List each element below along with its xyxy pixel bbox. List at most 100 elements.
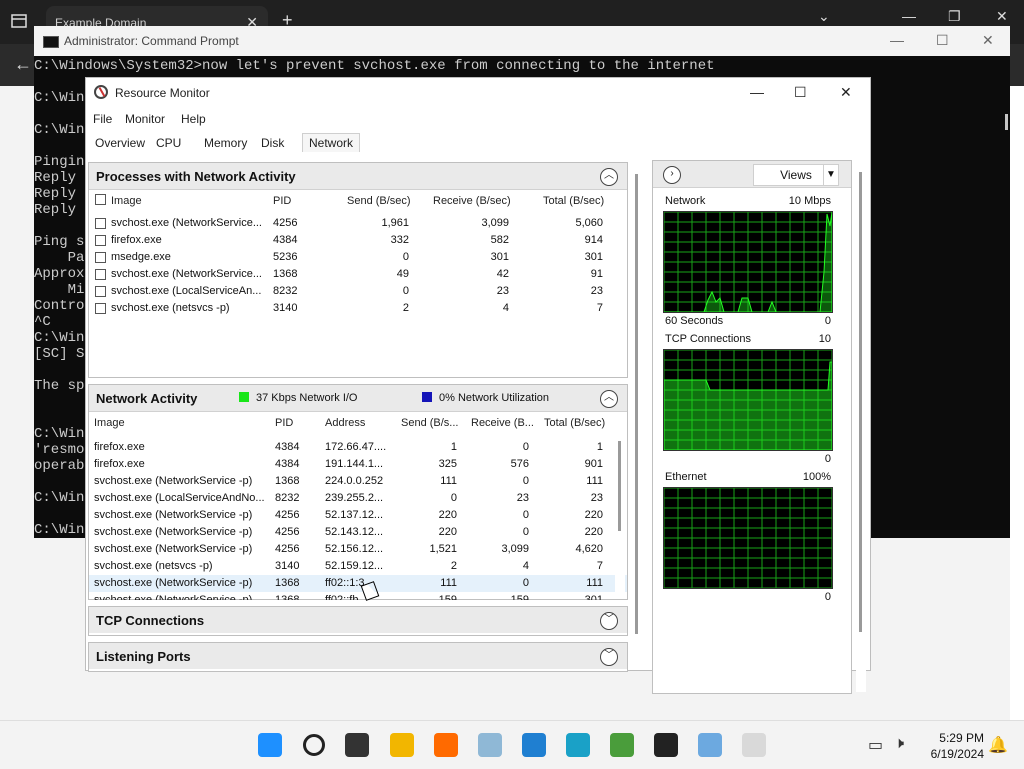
scrollbar-thumb[interactable]: [635, 174, 638, 634]
column-receive[interactable]: Receive (B/sec): [433, 195, 511, 207]
windows-icon[interactable]: [258, 733, 282, 757]
table-row[interactable]: svchost.exe (LocalServiceAn... 8232 0 23 23: [89, 283, 627, 300]
table-row[interactable]: svchost.exe (LocalServiceAndNo... 8232 239…: [89, 490, 627, 507]
table-row[interactable]: firefox.exe 4384 191.144.1... 325 576 901: [89, 456, 627, 473]
app-icon[interactable]: [478, 733, 502, 757]
resource-monitor-icon[interactable]: [742, 733, 766, 757]
scrollbar[interactable]: [856, 160, 866, 692]
table-row[interactable]: svchost.exe (NetworkService -p) 1368 ff02:…: [89, 592, 627, 600]
listening-ports-header[interactable]: Listening Ports ﹀: [89, 643, 627, 669]
column-pid[interactable]: PID: [275, 417, 293, 429]
tab-overview[interactable]: Overview: [95, 136, 145, 150]
views-dropdown[interactable]: Views ▼: [753, 164, 839, 186]
minimize-icon[interactable]: —: [750, 84, 764, 100]
column-image[interactable]: Image: [111, 195, 142, 207]
table-row[interactable]: svchost.exe (netsvcs -p) 3140 2 4 7: [89, 300, 627, 317]
tcp-connections-pane[interactable]: TCP Connections ﹀: [88, 606, 628, 636]
column-total[interactable]: Total (B/sec): [544, 417, 605, 429]
table-row[interactable]: svchost.exe (NetworkService -p) 4256 52.14…: [89, 524, 627, 541]
column-address[interactable]: Address: [325, 417, 365, 429]
tab-network[interactable]: Network: [302, 133, 361, 152]
column-total[interactable]: Total (B/sec): [543, 195, 604, 207]
table-row[interactable]: svchost.exe (NetworkService -p) 4256 52.15…: [89, 541, 627, 558]
row-checkbox[interactable]: [95, 269, 106, 280]
minimize-icon[interactable]: —: [902, 8, 916, 24]
menu-help[interactable]: Help: [181, 112, 206, 126]
chevron-down-icon[interactable]: ▼: [823, 165, 838, 185]
tcp-connections-header[interactable]: TCP Connections ﹀: [89, 607, 627, 633]
tab-actions-icon[interactable]: [10, 12, 28, 30]
column-send[interactable]: Send (B/sec): [347, 195, 411, 207]
table-row[interactable]: firefox.exe 4384 332 582 914: [89, 232, 627, 249]
scrollbar-thumb[interactable]: [618, 441, 621, 531]
listening-ports-pane[interactable]: Listening Ports ﹀: [88, 642, 628, 672]
scrollbar-thumb[interactable]: [1005, 114, 1008, 130]
processes-header[interactable]: Processes with Network Activity ︿: [89, 163, 627, 190]
command-prompt-titlebar[interactable]: Administrator: Command Prompt — ☐ ✕: [34, 26, 1010, 56]
edge-icon[interactable]: [566, 733, 590, 757]
chevron-down-icon[interactable]: ⌄: [818, 8, 830, 25]
row-checkbox[interactable]: [95, 252, 106, 263]
collapse-icon[interactable]: ︿: [600, 168, 618, 186]
table-row[interactable]: svchost.exe (NetworkService... 4256 1,961 3…: [89, 215, 627, 232]
notifications-icon[interactable]: 🔔: [988, 735, 1008, 755]
select-all-checkbox[interactable]: [95, 194, 106, 205]
network-activity-header[interactable]: Network Activity 37 Kbps Network I/O 0% …: [89, 385, 627, 412]
table-row[interactable]: svchost.exe (NetworkService -p) 4256 52.13…: [89, 507, 627, 524]
table-row[interactable]: svchost.exe (NetworkService -p) 1368 224.0…: [89, 473, 627, 490]
tab-disk[interactable]: Disk: [261, 136, 284, 150]
collapse-panel-icon[interactable]: ›: [663, 166, 681, 184]
tab-cpu[interactable]: CPU: [156, 136, 181, 150]
scrollbar[interactable]: [632, 162, 642, 670]
task-view-icon[interactable]: [345, 733, 369, 757]
scrollbar-thumb[interactable]: [859, 172, 862, 632]
volume-muted-icon[interactable]: 🕨: [894, 735, 904, 753]
column-send[interactable]: Send (B/s...: [401, 417, 458, 429]
table-row[interactable]: svchost.exe (NetworkService... 1368 49 42 91: [89, 266, 627, 283]
column-pid[interactable]: PID: [273, 195, 291, 207]
close-icon[interactable]: ✕: [840, 84, 852, 101]
table-row[interactable]: svchost.exe (netsvcs -p) 3140 52.159.12...…: [89, 558, 627, 575]
resource-monitor-titlebar[interactable]: Resource Monitor — ☐ ✕: [86, 78, 870, 108]
close-icon[interactable]: ✕: [982, 32, 994, 49]
table-row[interactable]: svchost.exe (NetworkService -p) 1368 ff02:…: [89, 575, 627, 592]
restore-icon[interactable]: ❐: [948, 8, 961, 25]
table-cell: 4256: [275, 543, 300, 555]
search-icon[interactable]: [303, 734, 325, 756]
table-cell: 3,099: [481, 217, 509, 229]
menu-monitor[interactable]: Monitor: [125, 112, 165, 126]
clock[interactable]: 5:29 PM 6/19/2024: [931, 730, 984, 762]
table-cell: 0: [522, 441, 529, 453]
maximize-icon[interactable]: ☐: [794, 84, 807, 101]
back-icon[interactable]: ←: [14, 54, 32, 75]
maximize-icon[interactable]: ☐: [936, 32, 949, 49]
minimize-icon[interactable]: —: [890, 32, 904, 48]
scrollbar[interactable]: [615, 433, 625, 593]
control-panel-icon[interactable]: [698, 733, 722, 757]
row-checkbox[interactable]: [95, 218, 106, 229]
column-image[interactable]: Image: [94, 417, 125, 429]
column-receive[interactable]: Receive (B...: [471, 417, 534, 429]
cmd-line: Approxi: [34, 266, 93, 282]
row-checkbox[interactable]: [95, 303, 106, 314]
views-label: Views: [780, 168, 812, 182]
table-cell: 0: [402, 285, 409, 297]
menu-file[interactable]: File: [93, 112, 112, 126]
network-icon[interactable]: ▭: [868, 735, 883, 755]
scrollbar[interactable]: [1000, 56, 1010, 538]
table-row[interactable]: firefox.exe 4384 172.66.47.... 1 0 1: [89, 439, 627, 456]
collapse-icon[interactable]: ︿: [600, 390, 618, 408]
expand-icon[interactable]: ﹀: [600, 648, 618, 666]
resource-monitor-window[interactable]: Resource Monitor — ☐ ✕ File Monitor Help…: [86, 78, 870, 694]
file-explorer-icon[interactable]: [390, 733, 414, 757]
row-checkbox[interactable]: [95, 235, 106, 246]
close-icon[interactable]: ✕: [996, 8, 1008, 25]
tab-memory[interactable]: Memory: [204, 136, 247, 150]
terminal-icon[interactable]: [654, 733, 678, 757]
expand-icon[interactable]: ﹀: [600, 612, 618, 630]
firefox-icon[interactable]: [434, 733, 458, 757]
vscode-icon[interactable]: [522, 733, 546, 757]
row-checkbox[interactable]: [95, 286, 106, 297]
app2-icon[interactable]: [610, 733, 634, 757]
table-row[interactable]: msedge.exe 5236 0 301 301: [89, 249, 627, 266]
